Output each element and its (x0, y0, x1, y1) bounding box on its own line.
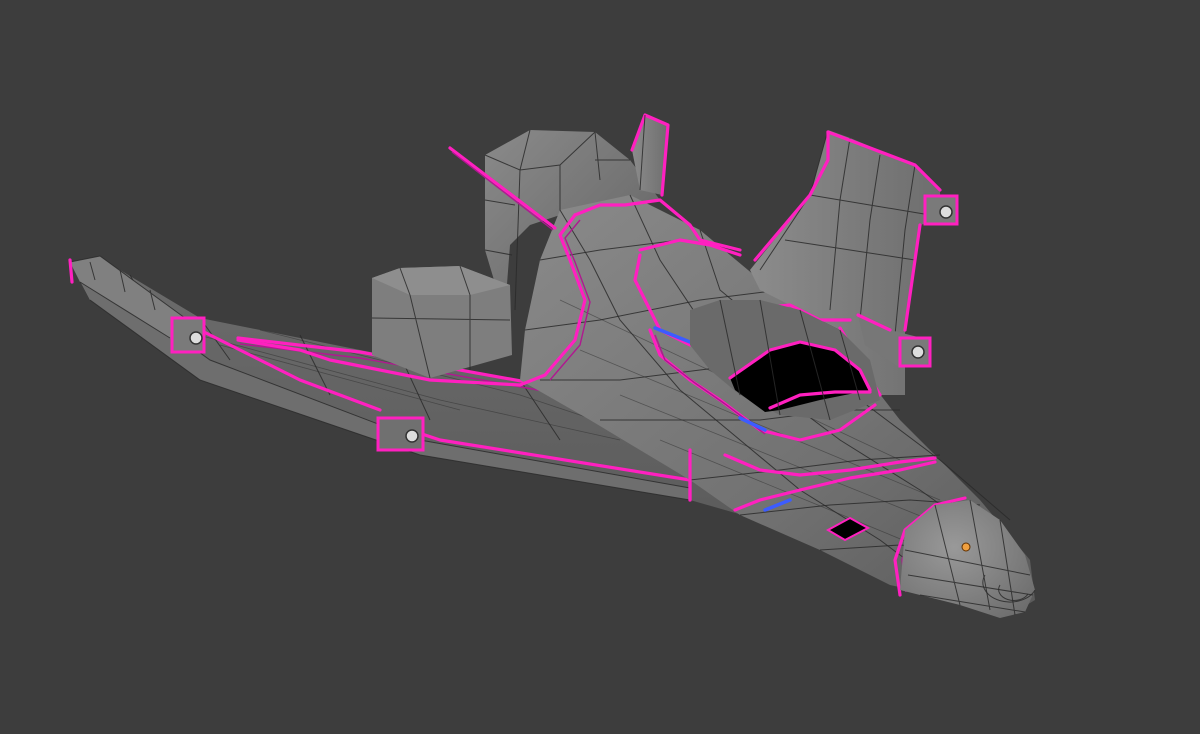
engine-side-block[interactable] (371, 265, 512, 379)
nose-cone[interactable] (900, 499, 1036, 618)
gun-emitter-icon (911, 345, 925, 359)
3d-viewport[interactable] (0, 0, 1200, 734)
gun-emitter-icon (405, 429, 419, 443)
spaceship-mesh[interactable] (0, 0, 1200, 734)
origin-point-icon (961, 542, 971, 552)
gun-emitter-icon (189, 331, 203, 345)
gun-emitter-icon (939, 205, 953, 219)
